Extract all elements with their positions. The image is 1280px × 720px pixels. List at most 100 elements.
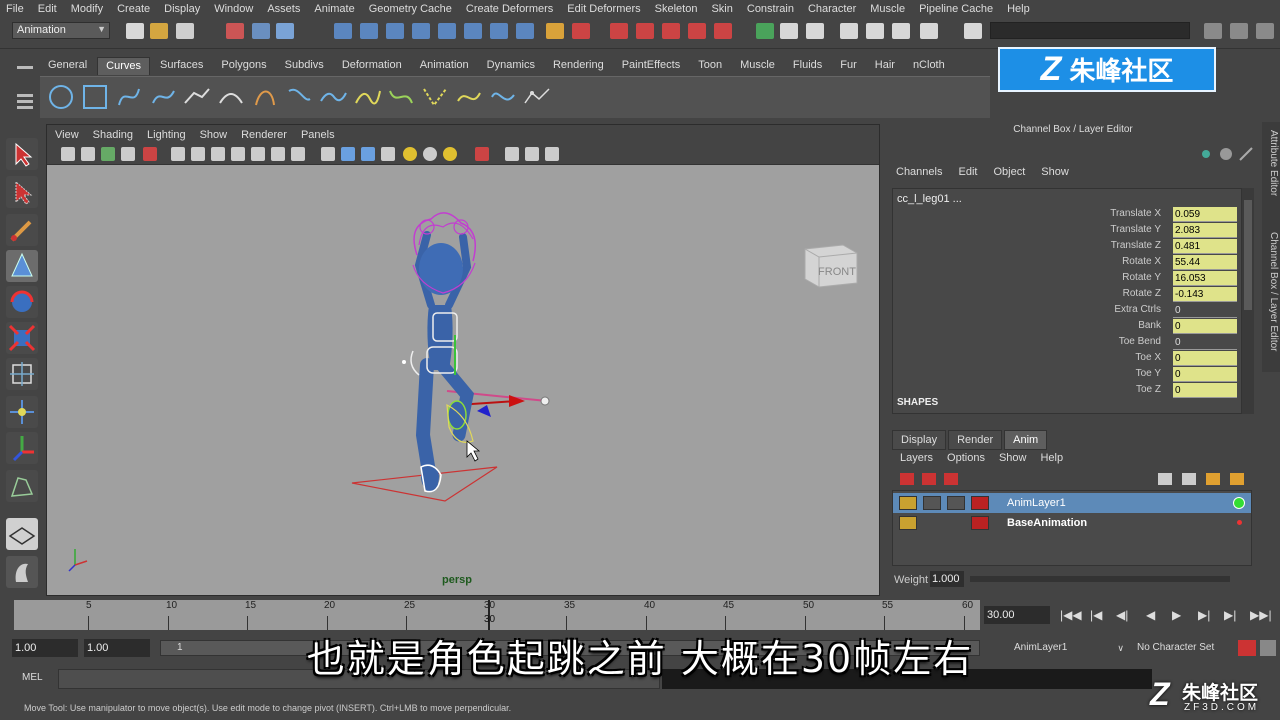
snap-live-icon[interactable] xyxy=(464,23,482,39)
shelf-tab-toon[interactable]: Toon xyxy=(690,57,730,75)
play-backwards-icon[interactable]: ◀ xyxy=(1146,608,1155,622)
menu-display[interactable]: Display xyxy=(164,3,200,15)
layer-create-icons[interactable] xyxy=(1154,470,1250,488)
safe-action-icon[interactable] xyxy=(271,147,285,161)
new-scene-icon[interactable] xyxy=(126,23,144,39)
step-forward-key-icon[interactable]: ▶| xyxy=(1198,608,1210,622)
go-to-start-icon[interactable]: |◀◀ xyxy=(1060,608,1082,622)
shelf-tab-rendering[interactable]: Rendering xyxy=(545,57,612,75)
select-by-name-icon[interactable] xyxy=(806,23,824,39)
menu-modify[interactable]: Modify xyxy=(71,3,103,15)
select-tool-icon[interactable] xyxy=(6,138,38,170)
menu-help[interactable]: Help xyxy=(1007,3,1030,15)
menu-set-select[interactable]: Animation ▼ xyxy=(12,22,110,39)
attach-curves-icon[interactable] xyxy=(318,83,348,111)
construction-history-icon[interactable] xyxy=(572,23,590,39)
select-component-icon[interactable] xyxy=(276,23,294,39)
high-quality-icon[interactable] xyxy=(443,147,457,161)
menu-pipeline-cache[interactable]: Pipeline Cache xyxy=(919,3,993,15)
shadows-icon[interactable] xyxy=(423,147,437,161)
menu-skin[interactable]: Skin xyxy=(711,3,732,15)
shelf-tab-fur[interactable]: Fur xyxy=(832,57,865,75)
step-back-frame-icon[interactable]: |◀ xyxy=(1090,608,1102,622)
menu-character[interactable]: Character xyxy=(808,3,856,15)
nurbs-circle-icon[interactable] xyxy=(46,83,76,111)
2d-pan-zoom-icon[interactable] xyxy=(143,147,157,161)
snap-plane-icon[interactable] xyxy=(412,23,430,39)
vp-menu-renderer[interactable]: Renderer xyxy=(241,129,287,141)
cb-menu-show[interactable]: Show xyxy=(1041,166,1069,178)
lock-icon[interactable] xyxy=(899,496,917,510)
layout-single-icon[interactable] xyxy=(6,518,38,550)
input-line-icon[interactable] xyxy=(756,23,774,39)
resolution-gate-icon[interactable] xyxy=(211,147,225,161)
ipr-render-icon[interactable] xyxy=(636,23,654,39)
weight-slider[interactable] xyxy=(970,576,1230,582)
cb-menu-edit[interactable]: Edit xyxy=(958,166,977,178)
rotate-tool-icon[interactable] xyxy=(6,286,38,318)
xray-joints-icon[interactable] xyxy=(525,147,539,161)
channel-value-field[interactable]: 55.44 xyxy=(1173,255,1237,270)
shelf-tab-general[interactable]: General xyxy=(40,57,95,75)
menu-animate[interactable]: Animate xyxy=(314,3,354,15)
vp-menu-shading[interactable]: Shading xyxy=(93,129,133,141)
shelf-tab-curves[interactable]: Curves xyxy=(97,57,150,75)
shelf-tab-muscle[interactable]: Muscle xyxy=(732,57,783,75)
weight-field[interactable]: 1.000 xyxy=(930,571,964,587)
menu-assets[interactable]: Assets xyxy=(267,3,300,15)
shelf-tab-surfaces[interactable]: Surfaces xyxy=(152,57,211,75)
xray-icon[interactable] xyxy=(505,147,519,161)
grid-icon[interactable] xyxy=(171,147,185,161)
menu-create[interactable]: Create xyxy=(117,3,150,15)
menu-muscle[interactable]: Muscle xyxy=(870,3,905,15)
channel-value-field[interactable]: 16.053 xyxy=(1173,271,1237,286)
go-to-end-icon[interactable]: ▶▶| xyxy=(1250,608,1272,622)
channel-value-field[interactable]: 0.059 xyxy=(1173,207,1237,222)
step-back-key-icon[interactable]: ◀| xyxy=(1116,608,1128,622)
layer-menu-help[interactable]: Help xyxy=(1040,452,1063,464)
channel-value-field[interactable]: 0 xyxy=(1173,383,1237,398)
offset-curve-icon[interactable] xyxy=(454,83,484,111)
cb-menu-object[interactable]: Object xyxy=(993,166,1025,178)
layer-tab-display[interactable]: Display xyxy=(892,430,947,450)
snap-point-icon[interactable] xyxy=(386,23,404,39)
render-settings-icon[interactable] xyxy=(662,23,680,39)
toggle-sidebar-icon[interactable] xyxy=(1204,23,1222,39)
scrollbar-thumb[interactable] xyxy=(1244,200,1252,310)
last-tool-icon[interactable] xyxy=(6,470,38,502)
channel-value-field[interactable]: 0 xyxy=(1173,319,1237,334)
channel-value-field[interactable]: -0.143 xyxy=(1173,287,1237,302)
nurbs-square-icon[interactable] xyxy=(80,83,110,111)
save-scene-icon[interactable] xyxy=(176,23,194,39)
isolate-select-icon[interactable] xyxy=(475,147,489,161)
tool-settings-icon[interactable] xyxy=(866,23,884,39)
snap-curve-icon[interactable] xyxy=(360,23,378,39)
viewcube[interactable]: FRONT xyxy=(797,235,859,289)
render-view-icon[interactable] xyxy=(714,23,732,39)
show-manipulator-icon[interactable] xyxy=(6,432,38,464)
shelf-menu-buttons[interactable] xyxy=(14,60,36,116)
lock-icon[interactable] xyxy=(899,516,917,530)
shapes-section-label[interactable]: SHAPES xyxy=(897,397,938,408)
channel-value-field[interactable]: 2.083 xyxy=(1173,223,1237,238)
channel-value-field[interactable]: 0.481 xyxy=(1173,239,1237,254)
shelf-tab-animation[interactable]: Animation xyxy=(412,57,477,75)
channel-value-field[interactable]: 0 xyxy=(1173,303,1237,318)
layer-tab-render[interactable]: Render xyxy=(948,430,1003,450)
quick-search-field[interactable] xyxy=(990,22,1190,39)
layer-row-baseanimation[interactable]: BaseAnimation xyxy=(893,513,1251,533)
shelf-tab-dynamics[interactable]: Dynamics xyxy=(479,57,543,75)
ghost-icon[interactable] xyxy=(971,496,989,510)
move-tool-icon[interactable] xyxy=(6,250,38,282)
play-forwards-icon[interactable]: ▶ xyxy=(1172,608,1181,622)
render-frame-icon[interactable] xyxy=(610,23,628,39)
channel-box-icon[interactable] xyxy=(892,23,910,39)
pencil-curve-icon[interactable] xyxy=(182,83,212,111)
layout-persp-icon[interactable] xyxy=(6,556,38,588)
shelf-tab-deformation[interactable]: Deformation xyxy=(334,57,410,75)
panel-layout-icon[interactable] xyxy=(964,23,982,39)
layer-tab-anim[interactable]: Anim xyxy=(1004,430,1048,450)
menu-window[interactable]: Window xyxy=(214,3,253,15)
channel-value-field[interactable]: 0 xyxy=(1173,367,1237,382)
cv-curve-icon[interactable] xyxy=(114,83,144,111)
